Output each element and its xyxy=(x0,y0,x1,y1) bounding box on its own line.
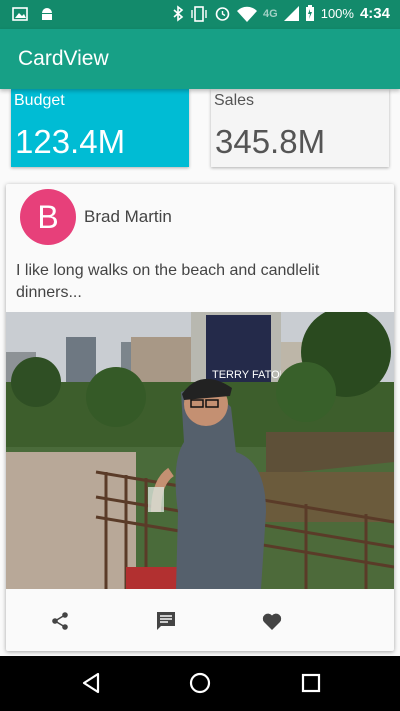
profile-name: Brad Martin xyxy=(84,207,172,226)
app-bar: CardView xyxy=(0,29,400,89)
profile-card[interactable]: B Brad Martin I like long walks on the b… xyxy=(6,184,394,651)
android-icon xyxy=(40,6,54,22)
status-bar: 4G 100% 4:34 xyxy=(0,0,400,29)
wifi-icon xyxy=(237,6,258,22)
card-actions xyxy=(6,589,394,651)
page-title: CardView xyxy=(18,47,109,70)
avatar[interactable]: B xyxy=(20,189,76,245)
comment-icon[interactable] xyxy=(154,609,178,633)
back-icon[interactable] xyxy=(80,671,102,700)
alarm-icon xyxy=(214,5,231,22)
budget-value: 123.4M xyxy=(15,123,126,160)
heart-icon[interactable] xyxy=(260,609,284,633)
budget-label: Budget xyxy=(14,92,65,109)
budget-card[interactable]: Budget 123.4M xyxy=(11,89,189,167)
battery-percent: 100% xyxy=(320,6,354,21)
image-icon xyxy=(12,6,28,22)
home-icon[interactable] xyxy=(188,671,212,700)
signal-icon xyxy=(283,6,299,21)
sales-label: Sales xyxy=(214,92,255,109)
clock: 4:34 xyxy=(359,5,390,22)
recents-icon[interactable] xyxy=(300,671,322,700)
sales-card[interactable]: Sales 345.8M xyxy=(211,89,389,167)
network-type: 4G xyxy=(263,7,278,20)
sales-value: 345.8M xyxy=(215,123,326,160)
profile-photo[interactable]: TERRY FATOR xyxy=(6,312,394,589)
battery-icon xyxy=(305,5,315,22)
vibrate-icon xyxy=(190,5,208,22)
sign-text: TERRY FATOR xyxy=(212,369,288,381)
share-icon[interactable] xyxy=(48,609,72,633)
navigation-bar xyxy=(0,656,400,711)
bluetooth-icon xyxy=(172,5,184,22)
profile-bio: I like long walks on the beach and candl… xyxy=(16,262,320,301)
